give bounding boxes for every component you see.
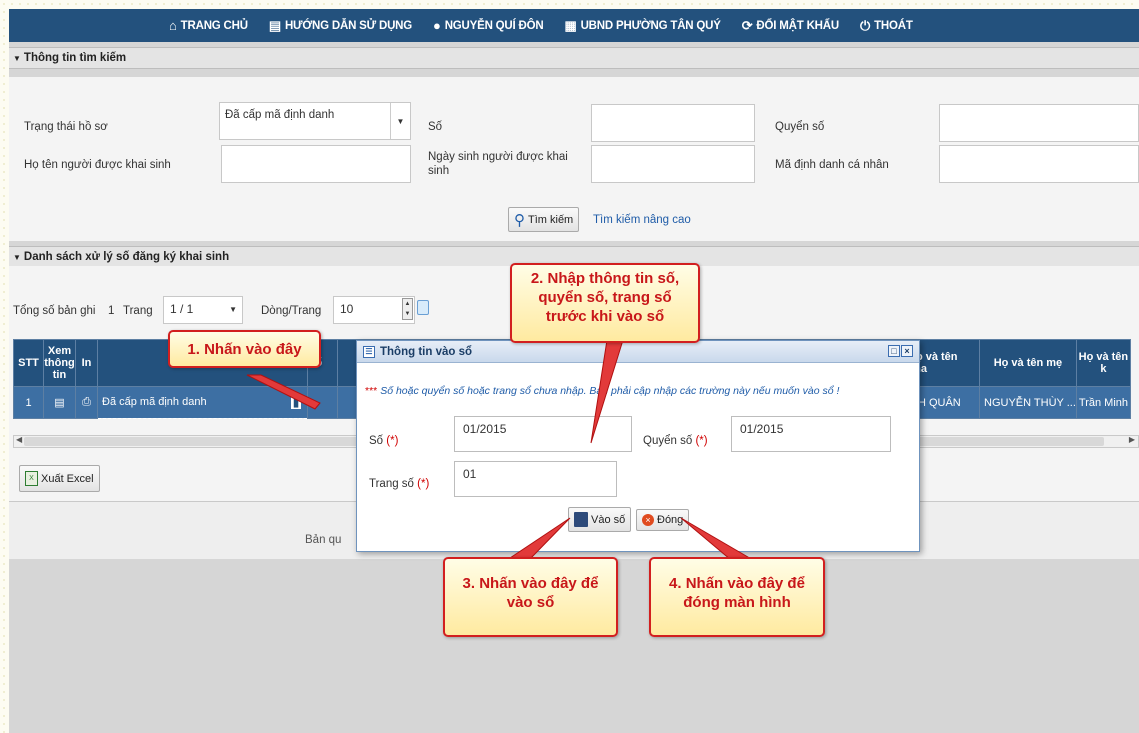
search-icon: ⚲	[514, 211, 525, 229]
home-icon: ⌂	[169, 18, 177, 33]
nav-change-password[interactable]: ⟳ ĐỔI MẬT KHẨU	[742, 18, 839, 34]
view-info-icon[interactable]: ▤	[43, 386, 76, 419]
footer-text: Bản qu	[305, 534, 342, 546]
callout-step-2: 2. Nhập thông tin số, quyển số, trang sổ…	[510, 263, 700, 343]
enter-book-icon[interactable]: ▮	[290, 396, 301, 409]
status-label: Trạng thái hồ sơ	[24, 121, 108, 133]
warning-message: *** Số hoặc quyển số hoặc trang sổ chưa …	[365, 385, 840, 397]
status-select[interactable]: Đã cấp mã định danh ▼	[219, 102, 411, 140]
nav-guide[interactable]: ▤ HƯỚNG DẪN SỬ DỤNG	[269, 18, 412, 34]
callout-step-4: 4. Nhấn vào đây để đóng màn hình	[649, 557, 825, 637]
rows-stepper[interactable]: ▲ ▼	[402, 298, 413, 320]
col-other: Họ và tên k	[1075, 339, 1131, 387]
refresh-icon[interactable]	[417, 300, 429, 315]
quyenso-label: Quyển số	[775, 121, 825, 133]
cell-status[interactable]: Đã cấp mã định danh ▮	[97, 386, 308, 419]
close-button[interactable]: × Đóng	[636, 509, 690, 531]
close-icon[interactable]: ×	[901, 345, 913, 357]
name-label: Họ tên người được khai sinh	[24, 159, 171, 171]
scroll-left-icon[interactable]: ◀	[16, 435, 22, 444]
name-input[interactable]	[221, 145, 411, 183]
search-section-header[interactable]: ▼ Thông tin tìm kiếm	[9, 47, 1139, 69]
scroll-right-icon[interactable]: ▶	[1129, 435, 1135, 444]
dob-input[interactable]	[591, 145, 755, 183]
dob-label: Ngày sinh người được khai sinh	[428, 151, 568, 177]
app-window: ⌂ TRANG CHỦ ▤ HƯỚNG DẪN SỬ DỤNG ● NGUYỄN QU…	[9, 9, 1139, 733]
quyenso-input[interactable]	[939, 104, 1139, 142]
dialog-so-label: Số (*)	[369, 435, 399, 447]
page-select[interactable]: 1 / 1 ▼	[163, 296, 243, 324]
maximize-icon[interactable]: □	[888, 345, 900, 357]
col-view: Xem thông tin	[43, 339, 76, 387]
close-circle-icon: ×	[642, 514, 654, 526]
advanced-search-link[interactable]: Tìm kiếm nâng cao	[593, 214, 691, 226]
collapse-triangle-icon: ▼	[13, 53, 21, 63]
cell-mother: NGUYỄN THÙY ...	[979, 386, 1077, 419]
form-icon: ☰	[363, 345, 375, 358]
search-button[interactable]: ⚲ Tìm kiếm	[508, 207, 580, 232]
refresh-icon: ⟳	[741, 17, 753, 33]
total-label: Tổng số bản ghi	[13, 305, 96, 317]
chevron-down-icon: ▼	[229, 305, 237, 314]
rows-label: Dòng/Trang	[261, 305, 322, 317]
save-icon	[574, 512, 588, 527]
collapse-triangle-icon: ▼	[13, 252, 21, 262]
building-icon: ▦	[564, 17, 577, 33]
export-excel-button[interactable]: X Xuất Excel	[19, 465, 100, 492]
so-label: Số	[428, 121, 443, 133]
callout-step-3: 3. Nhấn vào đây để vào sổ	[443, 557, 618, 637]
dialog-quyenso-input[interactable]: 01/2015	[731, 416, 891, 452]
dialog-so-input[interactable]: 01/2015	[454, 416, 632, 452]
page-label: Trang	[123, 305, 153, 317]
search-panel: Trạng thái hồ sơ Đã cấp mã định danh ▼ S…	[9, 77, 1139, 241]
book-entry-dialog: ☰ Thông tin vào sổ □ × *** Số hoặc quyển…	[356, 340, 920, 552]
power-icon: ⏻	[860, 17, 871, 33]
book-icon: ▤	[268, 17, 281, 33]
save-to-book-button[interactable]: Vào số	[568, 507, 632, 532]
col-print: In	[75, 339, 98, 387]
dialog-titlebar[interactable]: ☰ Thông tin vào sổ □ ×	[357, 341, 919, 363]
col-mother: Họ và tên mẹ	[979, 339, 1077, 387]
id-input[interactable]	[939, 145, 1139, 183]
print-icon[interactable]: ⎙	[75, 386, 98, 419]
excel-icon: X	[25, 471, 38, 486]
chevron-down-icon: ▼	[390, 103, 410, 139]
dialog-trangso-label: Trang số (*)	[369, 478, 430, 490]
nav-org[interactable]: ▦ UBND PHƯỜNG TÂN QUÝ	[564, 18, 720, 34]
dialog-quyenso-label: Quyển số (*)	[643, 435, 708, 447]
callout-step-1: 1. Nhấn vào đây	[168, 330, 321, 368]
user-icon: ●	[433, 18, 441, 33]
top-nav: ⌂ TRANG CHỦ ▤ HƯỚNG DẪN SỬ DỤNG ● NGUYỄN QU…	[9, 9, 1139, 42]
id-label: Mã định danh cá nhân	[775, 159, 889, 171]
nav-home[interactable]: ⌂ TRANG CHỦ	[169, 18, 248, 33]
cell-other: Trần Minh	[1075, 386, 1131, 419]
so-input[interactable]	[591, 104, 755, 142]
dialog-trangso-input[interactable]: 01	[454, 461, 617, 497]
col-stt: STT	[13, 339, 44, 387]
total-value: 1	[108, 305, 115, 317]
nav-logout[interactable]: ⏻ THOÁT	[860, 18, 913, 34]
cell-so	[307, 386, 338, 419]
nav-user[interactable]: ● NGUYỄN QUÍ ĐÔN	[433, 18, 544, 33]
cell-stt: 1	[13, 386, 44, 419]
